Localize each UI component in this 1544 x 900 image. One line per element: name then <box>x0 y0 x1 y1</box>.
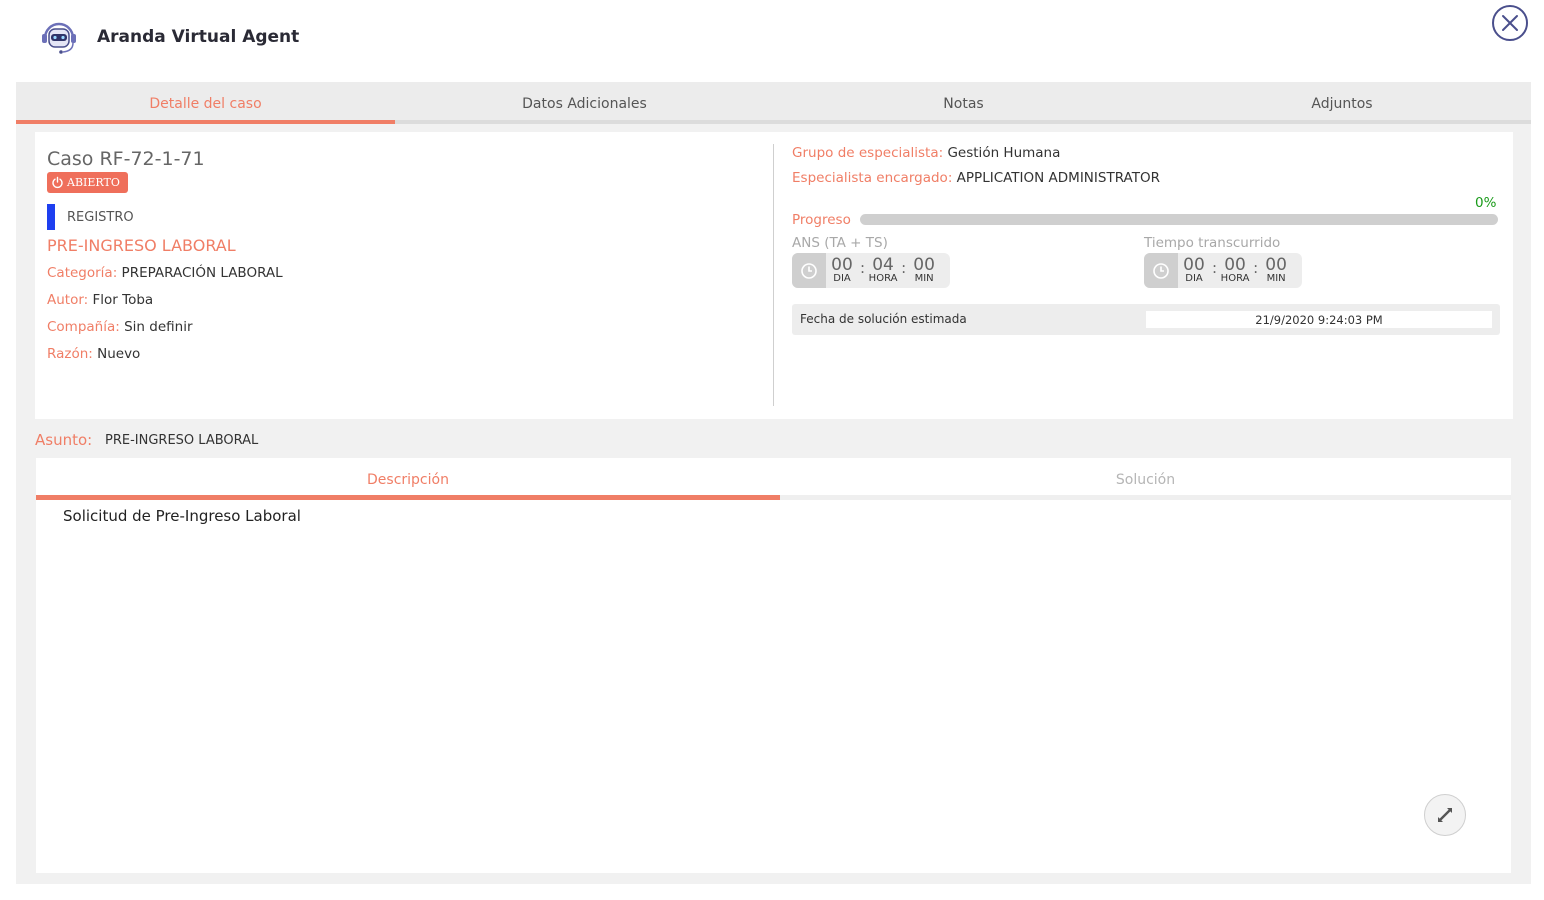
description-text: Solicitud de Pre-Ingreso Laboral <box>63 507 301 525</box>
close-icon <box>1502 15 1518 31</box>
progress-label: Progreso <box>792 212 851 228</box>
field-label: Especialista encargado: <box>792 170 953 186</box>
field-label: Grupo de especialista: <box>792 145 944 161</box>
elapsed-timer: 00 DIA : 00 HORA : 00 MIN <box>1144 253 1303 288</box>
tab-notas[interactable]: Notas <box>774 82 1153 124</box>
specialist-group: Grupo de especialista: Gestión Humana <box>792 145 1060 161</box>
field-label: Razón: <box>47 346 93 362</box>
field-value: Sin definir <box>124 319 193 335</box>
power-icon <box>52 176 63 189</box>
progress-percent: 0% <box>1475 195 1497 211</box>
field-compania: Compañía: Sin definir <box>47 319 193 335</box>
expand-button[interactable] <box>1424 794 1466 836</box>
estimated-solution-value: 21/9/2020 9:24:03 PM <box>1146 311 1492 328</box>
estimated-solution-label: Fecha de solución estimada <box>800 312 967 326</box>
timer-days: 00 DIA <box>1183 254 1205 284</box>
timer-hours: 00 HORA <box>1220 254 1250 284</box>
case-summary-card: Caso RF-72-1-71 ABIERTO REGISTRO PRE-ING… <box>35 132 1513 419</box>
timer-minutes: 00 MIN <box>913 254 935 284</box>
field-value: Flor Toba <box>92 292 154 308</box>
robot-headset-icon <box>40 20 78 56</box>
description-card: Descripción Solución Solicitud de Pre-In… <box>36 458 1511 873</box>
clock-icon <box>792 253 826 288</box>
status-badge-label: ABIERTO <box>67 176 120 189</box>
case-title: Caso RF-72-1-71 <box>47 148 205 170</box>
expand-icon <box>1438 808 1452 822</box>
status-badge: ABIERTO <box>47 172 128 193</box>
timer-days: 00 DIA <box>831 254 853 284</box>
subject-value: PRE-INGRESO LABORAL <box>105 433 259 448</box>
clock-icon <box>1144 253 1178 288</box>
tab-solucion[interactable]: Solución <box>780 458 1511 500</box>
field-value: Nuevo <box>97 346 141 362</box>
progress-bar <box>860 214 1498 225</box>
field-value: Gestión Humana <box>947 145 1061 161</box>
service-name: PRE-INGRESO LABORAL <box>47 236 236 255</box>
elapsed-label: Tiempo transcurrido <box>1144 235 1281 251</box>
tab-adjuntos[interactable]: Adjuntos <box>1153 82 1531 124</box>
ans-label: ANS (TA + TS) <box>792 235 888 251</box>
assigned-specialist: Especialista encargado: APPLICATION ADMI… <box>792 170 1160 186</box>
tab-detalle-del-caso[interactable]: Detalle del caso <box>16 82 395 124</box>
timer-hours: 04 HORA <box>868 254 898 284</box>
tab-descripcion[interactable]: Descripción <box>36 458 780 500</box>
ans-timer: 00 DIA : 04 HORA : 00 MIN <box>792 253 951 288</box>
tab-datos-adicionales[interactable]: Datos Adicionales <box>395 82 774 124</box>
stage-indicator <box>47 204 55 230</box>
column-divider <box>773 144 774 406</box>
field-value: PREPARACIÓN LABORAL <box>121 265 283 281</box>
stage-label: REGISTRO <box>67 210 134 225</box>
field-categoria: Categoría: PREPARACIÓN LABORAL <box>47 265 283 281</box>
field-value: APPLICATION ADMINISTRATOR <box>956 170 1160 186</box>
header: Aranda Virtual Agent <box>0 0 1544 82</box>
tab-bar: Detalle del caso Datos Adicionales Notas… <box>16 82 1531 124</box>
subject-label: Asunto: <box>35 431 93 449</box>
field-razon: Razón: Nuevo <box>47 346 140 362</box>
estimated-solution-row: Fecha de solución estimada 21/9/2020 9:2… <box>792 304 1500 335</box>
field-label: Categoría: <box>47 265 118 281</box>
field-label: Compañía: <box>47 319 120 335</box>
field-label: Autor: <box>47 292 89 308</box>
timer-minutes: 00 MIN <box>1265 254 1287 284</box>
close-button[interactable] <box>1492 5 1528 41</box>
case-detail-panel: Detalle del caso Datos Adicionales Notas… <box>16 82 1531 884</box>
app-title: Aranda Virtual Agent <box>97 27 300 47</box>
field-autor: Autor: Flor Toba <box>47 292 153 308</box>
